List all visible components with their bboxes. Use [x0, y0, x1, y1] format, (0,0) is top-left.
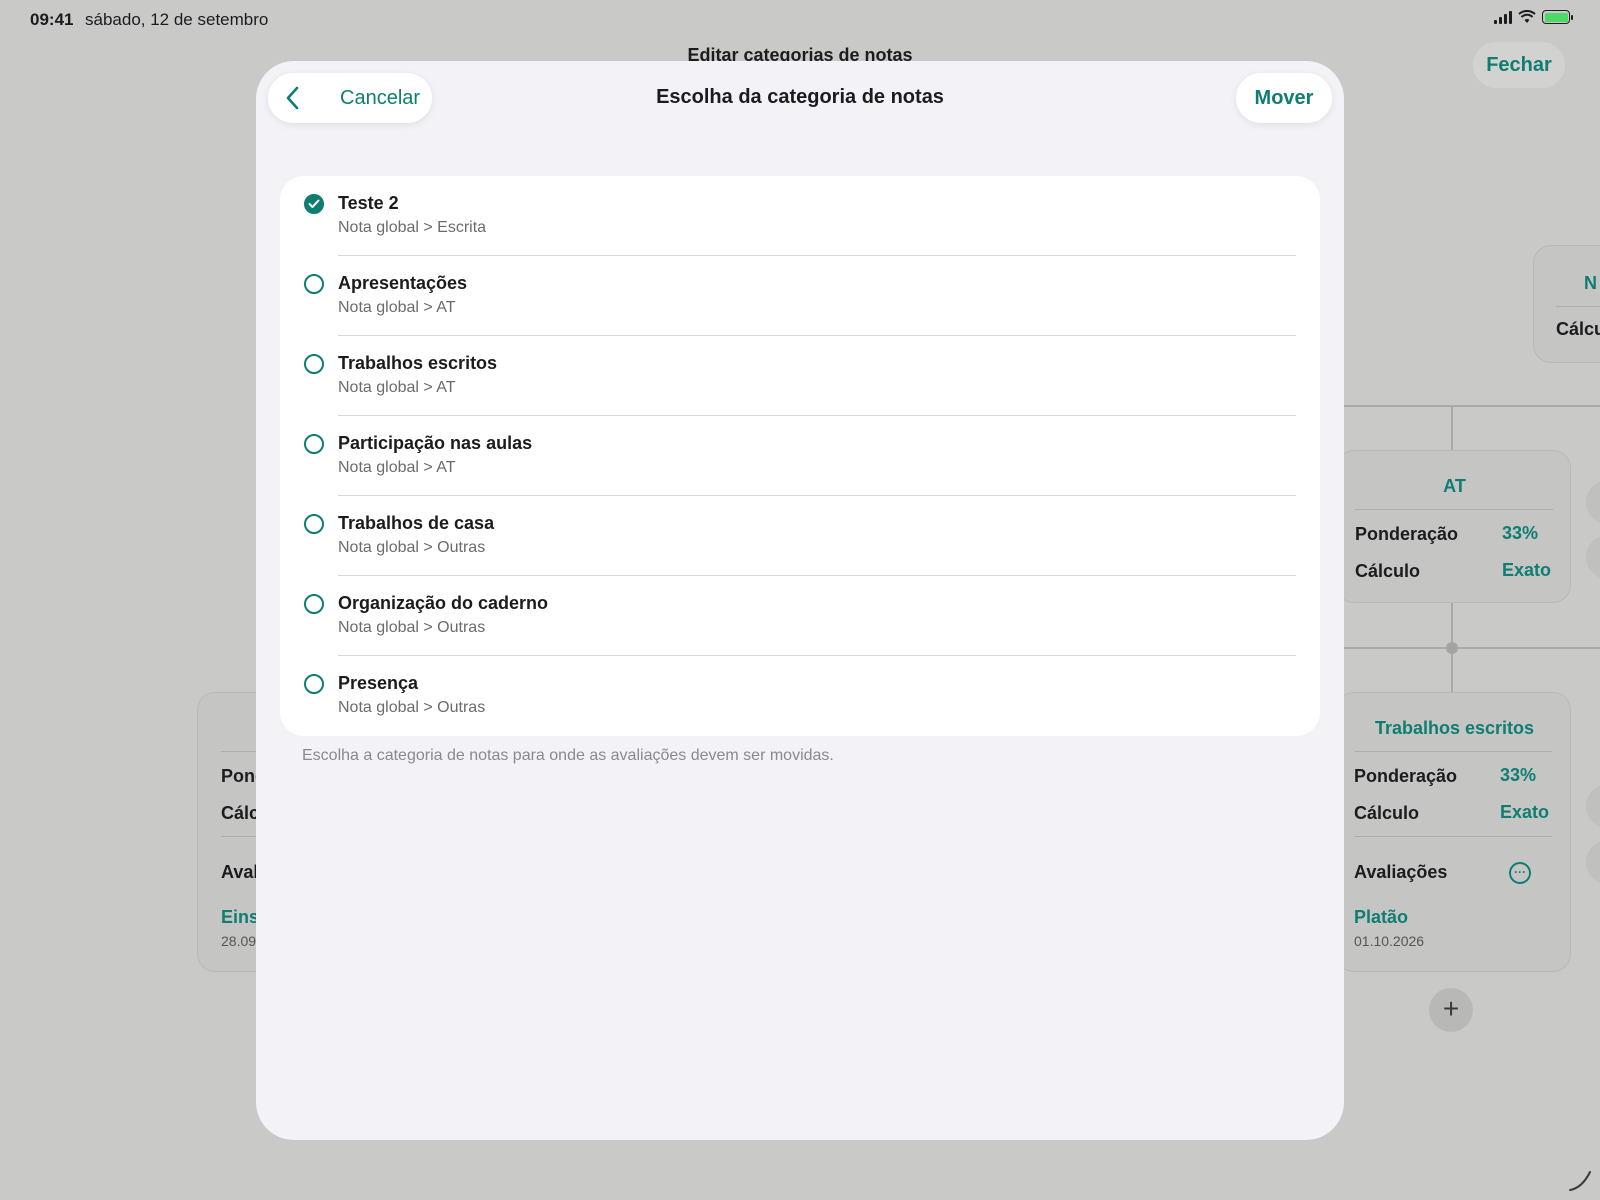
category-option[interactable]: Organização do caderno Nota global > Outr… — [280, 576, 1320, 656]
category-option[interactable]: Participação nas aulas Nota global > AT — [280, 416, 1320, 496]
radio-unchecked-icon[interactable] — [304, 274, 324, 294]
status-icons — [1494, 10, 1573, 24]
category-option-title: Trabalhos escritos — [338, 353, 498, 373]
weight-label: Ponderação — [1355, 524, 1459, 544]
category-option-path: Nota global > AT — [338, 299, 456, 316]
evaluations-label: Avaliações — [1354, 862, 1448, 882]
tree-node-dot — [1446, 642, 1458, 654]
category-option-path: Nota global > Outras — [338, 699, 486, 716]
category-option[interactable]: Teste 2 Nota global > Escrita — [280, 176, 1320, 256]
cellular-signal-icon — [1494, 10, 1512, 24]
category-option[interactable]: Trabalhos escritos Nota global > AT — [280, 336, 1320, 416]
evaluation-name[interactable]: Platão — [1354, 907, 1408, 928]
category-option-path: Nota global > Outras — [338, 539, 486, 556]
side-action-button[interactable] — [1586, 480, 1600, 524]
card-divider — [1354, 751, 1552, 752]
calc-label: Cálc — [221, 803, 260, 823]
tree-connector — [1320, 647, 1600, 649]
weight-value: 33% — [1500, 765, 1537, 785]
category-option-path: Nota global > Outras — [338, 619, 486, 636]
add-category-button[interactable]: + — [1429, 988, 1473, 1032]
tree-connector — [1320, 405, 1600, 407]
category-option-title: Organização do caderno — [338, 593, 549, 613]
category-option-path: Nota global > Escrita — [338, 219, 487, 236]
more-options-icon[interactable]: ··· — [1509, 862, 1531, 884]
category-option-path: Nota global > AT — [338, 379, 456, 396]
tree-connector — [1451, 405, 1453, 450]
scribble-indicator-icon — [1569, 1171, 1591, 1191]
radio-unchecked-icon[interactable] — [304, 354, 324, 374]
category-option[interactable]: Presença Nota global > Outras — [280, 656, 1320, 736]
category-picker-sheet: Cancelar Escolha da categoria de notas M… — [256, 61, 1344, 1140]
radio-unchecked-icon[interactable] — [304, 514, 324, 534]
radio-unchecked-icon[interactable] — [304, 594, 324, 614]
chevron-left-icon — [286, 86, 299, 110]
calc-label: Cálculo — [1355, 561, 1421, 581]
sheet-header: Cancelar Escolha da categoria de notas M… — [256, 61, 1344, 141]
category-list: Teste 2 Nota global > Escrita Apresentaçõe… — [280, 176, 1320, 736]
cancel-label: Cancelar — [340, 87, 421, 109]
category-option-title: Trabalhos de casa — [338, 513, 495, 533]
footer-note: Escolha a categoria de notas para onde a… — [302, 747, 834, 764]
wifi-icon — [1518, 10, 1536, 23]
side-action-button[interactable] — [1586, 784, 1600, 828]
radio-unchecked-icon[interactable] — [304, 434, 324, 454]
evaluation-date: 28.09 — [221, 933, 257, 949]
calc-label: Cálculo — [1354, 803, 1420, 823]
calc-value: Exato — [1500, 802, 1550, 822]
status-bar: 09:41 sábado, 12 de setembro — [30, 8, 1573, 30]
category-option[interactable]: Trabalhos de casa Nota global > Outras — [280, 496, 1320, 576]
weight-label: Ponderação — [1354, 766, 1458, 786]
category-option-title: Apresentações — [338, 273, 468, 293]
card-divider — [1556, 306, 1600, 307]
battery-charging-icon — [1542, 10, 1573, 24]
side-action-button[interactable] — [1586, 535, 1600, 579]
evaluation-date: 01.10.2026 — [1354, 933, 1425, 949]
card-divider — [1354, 836, 1552, 837]
category-option-title: Presença — [338, 673, 419, 693]
category-option-path: Nota global > AT — [338, 459, 456, 476]
category-option-title: Teste 2 — [338, 193, 399, 213]
status-date: sábado, 12 de setembro — [85, 10, 269, 29]
status-time: 09:41 — [30, 10, 74, 29]
card-row-label: Cálcu — [1556, 319, 1600, 339]
category-option[interactable]: Apresentações Nota global > AT — [280, 256, 1320, 336]
evaluation-name[interactable]: Eins — [221, 907, 259, 928]
weight-value: 33% — [1502, 523, 1539, 543]
cancel-button[interactable]: Cancelar — [268, 73, 432, 123]
card-title: AT — [1443, 476, 1466, 496]
category-card-trabalhos-escritos[interactable]: Trabalhos escritos Ponderação 33% Cálcul… — [1336, 692, 1571, 972]
radio-checked-icon[interactable] — [304, 194, 324, 214]
side-action-button[interactable] — [1586, 840, 1600, 884]
evaluations-label: Aval — [221, 862, 259, 882]
category-card-global[interactable]: N Cálcu — [1533, 245, 1600, 363]
radio-unchecked-icon[interactable] — [304, 674, 324, 694]
card-title: N — [1584, 273, 1597, 293]
close-button[interactable]: Fechar — [1473, 42, 1565, 88]
category-card-at[interactable]: AT Ponderação 33% Cálculo Exato — [1336, 450, 1571, 603]
card-divider — [1355, 509, 1553, 510]
move-button[interactable]: Mover — [1236, 73, 1332, 123]
card-title: Trabalhos escritos — [1374, 718, 1535, 738]
category-option-title: Participação nas aulas — [338, 433, 533, 453]
calc-value: Exato — [1502, 560, 1552, 580]
